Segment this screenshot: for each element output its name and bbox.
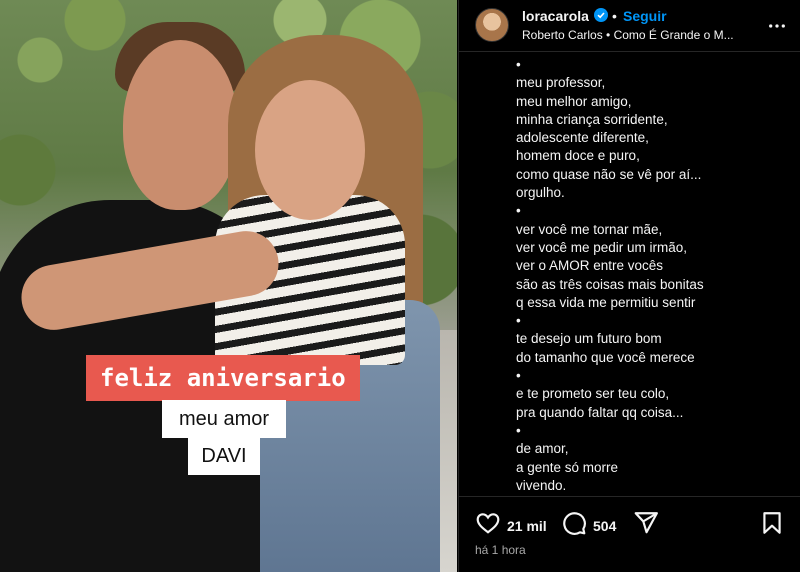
- caption-line: a gente só morre: [516, 459, 619, 475]
- share-button[interactable]: [633, 510, 659, 541]
- caption-line: •: [516, 422, 521, 438]
- caption-line: e te prometo ser teu colo,: [516, 386, 670, 402]
- caption-line: minha criança sorridente,: [516, 111, 668, 127]
- caption-line: meu professor,: [516, 75, 606, 91]
- comment-button[interactable]: 504: [561, 510, 616, 541]
- caption-line: ver você me tornar mãe,: [516, 221, 663, 237]
- post-caption: • meu professor, meu melhor amigo, minha…: [516, 56, 786, 496]
- post-timestamp[interactable]: há 1 hora: [475, 543, 526, 557]
- separator-dot: •: [612, 8, 617, 24]
- likes-count[interactable]: 21 mil: [507, 518, 547, 534]
- caption-line: pra quando faltar qq coisa...: [516, 404, 684, 420]
- verified-badge-icon: [594, 8, 608, 22]
- caption-line: vivendo.: [516, 477, 567, 493]
- caption-line: •: [516, 203, 521, 219]
- caption-line: •: [516, 313, 521, 329]
- audio-track-link[interactable]: Roberto Carlos • Como É Grande o M...: [522, 28, 762, 42]
- caption-line: homem doce e puro,: [516, 148, 640, 164]
- follow-button[interactable]: Seguir: [623, 8, 667, 24]
- overlay-line-davi: DAVI: [188, 437, 260, 475]
- post-details-panel: loracarola • Seguir Roberto Carlos • Com…: [458, 0, 800, 572]
- post-header: loracarola • Seguir Roberto Carlos • Com…: [459, 0, 800, 52]
- caption-line: •: [516, 57, 521, 72]
- caption-line: q essa vida me permitiu sentir: [516, 294, 696, 310]
- man-face: [123, 40, 238, 210]
- divider: [459, 496, 800, 497]
- more-options-icon[interactable]: [767, 16, 787, 36]
- caption-line: •: [516, 368, 521, 384]
- post-image[interactable]: feliz aniversario meu amor DAVI: [0, 0, 457, 572]
- like-button[interactable]: 21 mil: [475, 510, 547, 541]
- avatar[interactable]: [475, 8, 509, 42]
- comments-count[interactable]: 504: [593, 518, 616, 534]
- comment-bubble-icon: [561, 510, 587, 541]
- caption-line: do tamanho que você merece: [516, 349, 695, 365]
- paper-plane-icon: [633, 510, 659, 541]
- username-link[interactable]: loracarola: [522, 8, 589, 24]
- action-bar: 21 mil 504: [475, 510, 785, 538]
- caption-line: como quase não se vê por aí...: [516, 166, 702, 182]
- caption-line: te desejo um futuro bom: [516, 331, 662, 347]
- caption-line: são as três coisas mais bonitas: [516, 276, 704, 292]
- save-button[interactable]: [759, 510, 785, 541]
- heart-icon: [475, 510, 501, 541]
- caption-line: de amor,: [516, 441, 569, 457]
- woman-face: [255, 80, 365, 220]
- caption-line: orgulho.: [516, 185, 565, 201]
- overlay-line-meu-amor: meu amor: [162, 400, 286, 438]
- bookmark-icon: [759, 510, 785, 541]
- caption-line: ver você me pedir um irmão,: [516, 239, 688, 255]
- overlay-title: feliz aniversario: [86, 355, 360, 401]
- caption-line: adolescente diferente,: [516, 130, 649, 146]
- caption-line: meu melhor amigo,: [516, 93, 632, 109]
- caption-line: ver o AMOR entre vocês: [516, 258, 664, 274]
